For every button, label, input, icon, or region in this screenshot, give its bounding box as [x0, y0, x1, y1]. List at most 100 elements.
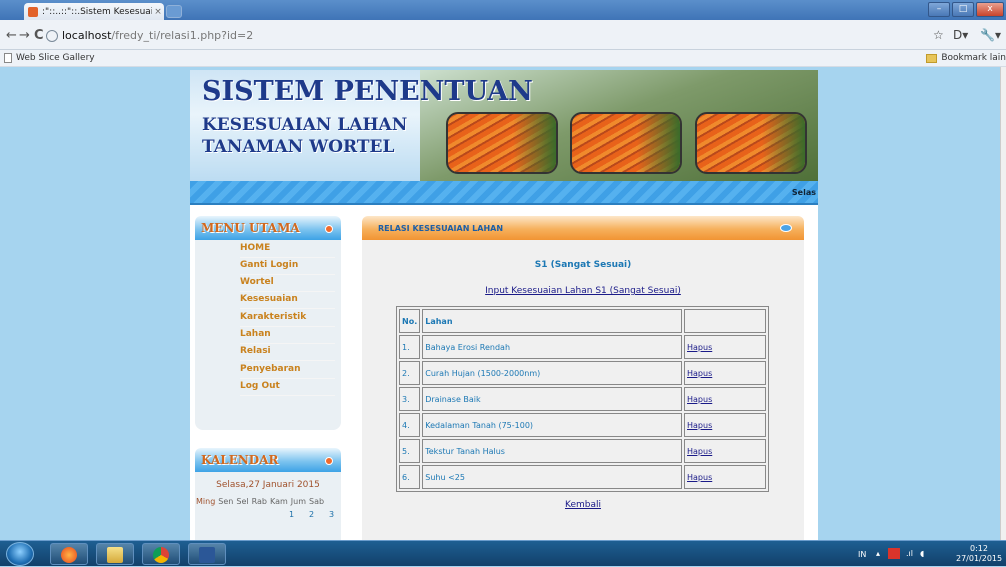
hapus-link[interactable]: Hapus — [684, 335, 766, 359]
site-subtitle-line2: TANAMAN WORTEL — [202, 137, 395, 157]
weekday: Rab — [251, 497, 267, 506]
calendar-title: KALENDAR — [201, 453, 279, 467]
col-action — [684, 309, 766, 333]
class-title: S1 (Sangat Sesuai) — [534, 260, 632, 270]
clock-date: 27/01/2015 — [956, 554, 1003, 563]
hapus-link[interactable]: Hapus — [684, 465, 766, 489]
row-lahan: Bahaya Erosi Rendah — [422, 335, 683, 359]
word-icon — [199, 547, 215, 563]
clock[interactable]: 0:12 27/01/2015 — [956, 544, 1002, 564]
reload-icon[interactable]: C — [34, 28, 44, 43]
menu-item-lahan[interactable]: Lahan — [240, 326, 335, 344]
language-indicator[interactable]: IN — [858, 550, 866, 559]
content-toggle-icon — [780, 224, 792, 232]
content-header: RELASI KESESUAIAN LAHAN — [362, 216, 804, 240]
menu-item-ganti-login[interactable]: Ganti Login — [240, 257, 335, 275]
menu-item-relasi[interactable]: Relasi — [240, 343, 335, 361]
row-lahan: Curah Hujan (1500-2000nm) — [422, 361, 683, 385]
table-row: 5. Tekstur Tanah Halus Hapus — [399, 439, 766, 463]
browser-titlebar: :"::..::"::.Sistem Kesesuaia... × – □ x — [0, 0, 1006, 20]
maximize-button[interactable]: □ — [952, 2, 974, 17]
weekday: Sel — [236, 497, 249, 506]
page-menu-icon[interactable]: D▾ — [953, 28, 968, 42]
close-window-button[interactable]: x — [976, 2, 1004, 17]
table-row: 6. Suhu <25 Hapus — [399, 465, 766, 489]
tab-close-icon[interactable]: × — [152, 7, 164, 17]
row-no: 2. — [399, 361, 421, 385]
url-path: /fredy_ti/relasi1.php?id=2 — [111, 29, 254, 42]
back-link[interactable]: Kembali — [362, 500, 804, 510]
tray-arrow-icon[interactable]: ▴ — [876, 549, 880, 558]
carrot-image-3 — [695, 112, 807, 174]
clock-time: 0:12 — [970, 544, 988, 553]
bookmark-web-slice-gallery[interactable]: Web Slice Gallery — [4, 53, 95, 63]
favicon-icon — [28, 6, 38, 17]
wrench-icon[interactable]: 🔧▾ — [980, 28, 1001, 42]
row-no: 1. — [399, 335, 421, 359]
calendar-day[interactable]: 3 — [329, 510, 334, 519]
table-header-row: No. Lahan — [399, 309, 766, 333]
start-button[interactable] — [6, 542, 34, 566]
menu-item-penyebaran[interactable]: Penyebaran — [240, 361, 335, 379]
row-no: 3. — [399, 387, 421, 411]
calendar-toggle-icon — [325, 457, 333, 465]
menu-item-kesesuaian[interactable]: Kesesuaian — [240, 291, 335, 309]
taskbar-word[interactable] — [188, 543, 226, 565]
system-tray: IN ▴ .ıl ◖ 0:12 27/01/2015 — [852, 541, 1006, 567]
taskbar-firefox[interactable] — [50, 543, 88, 565]
tab-title: :"::..::"::.Sistem Kesesuaia... — [42, 6, 152, 17]
menu-item-home[interactable]: HOME — [240, 240, 335, 258]
site-container: SISTEM PENENTUAN KESESUAIAN LAHAN TANAMA… — [190, 70, 818, 540]
col-no: No. — [399, 309, 421, 333]
back-icon[interactable]: ← — [6, 28, 17, 43]
hapus-link[interactable]: Hapus — [684, 413, 766, 437]
page-viewport: SISTEM PENENTUAN KESESUAIAN LAHAN TANAMA… — [0, 67, 1006, 540]
hapus-link[interactable]: Hapus — [684, 439, 766, 463]
row-no: 4. — [399, 413, 421, 437]
row-no: 5. — [399, 439, 421, 463]
browser-toolbar: ← → C localhost /fredy_ti/relasi1.php?id… — [0, 20, 1006, 50]
volume-icon[interactable]: ◖ — [920, 549, 924, 558]
row-lahan: Drainase Baik — [422, 387, 683, 411]
menu-item-log-out[interactable]: Log Out — [240, 378, 335, 396]
globe-icon — [46, 29, 58, 42]
input-kesesuaian-link[interactable]: Input Kesesuaian Lahan S1 (Sangat Sesuai… — [362, 286, 804, 296]
star-icon[interactable]: ☆ — [933, 28, 944, 42]
alert-icon[interactable] — [888, 548, 900, 559]
page-icon — [4, 53, 12, 63]
weekday: Sen — [218, 497, 234, 506]
weekday: Sab — [309, 497, 325, 506]
hapus-link[interactable]: Hapus — [684, 387, 766, 411]
other-bookmarks-label: Bookmark lain — [941, 53, 1006, 63]
calendar: Selasa,27 Januari 2015 Ming Sen Sel Rab Kam J… — [195, 472, 341, 540]
page-scrollbar[interactable] — [1000, 67, 1006, 540]
network-icon[interactable]: .ıl — [906, 549, 913, 558]
hapus-link[interactable]: Hapus — [684, 361, 766, 385]
calendar-header: KALENDAR — [195, 448, 341, 472]
chrome-icon — [153, 547, 169, 563]
taskbar-chrome[interactable] — [142, 543, 180, 565]
table-row: 1. Bahaya Erosi Rendah Hapus — [399, 335, 766, 359]
browser-tab[interactable]: :"::..::"::.Sistem Kesesuaia... × — [24, 3, 164, 20]
weekday: Kam — [269, 497, 288, 506]
new-tab-button[interactable] — [166, 5, 182, 18]
taskbar-explorer[interactable] — [96, 543, 134, 565]
carrot-image-1 — [446, 112, 558, 174]
menu-item-karakteristik[interactable]: Karakteristik — [240, 309, 335, 327]
row-no: 6. — [399, 465, 421, 489]
calendar-day[interactable]: 1 — [289, 510, 294, 519]
col-lahan: Lahan — [422, 309, 683, 333]
row-lahan: Tekstur Tanah Halus — [422, 439, 683, 463]
table-row: 4. Kedalaman Tanah (75-100) Hapus — [399, 413, 766, 437]
forward-icon[interactable]: → — [19, 28, 30, 43]
marquee-text: Selas — [791, 188, 816, 197]
address-bar[interactable]: localhost /fredy_ti/relasi1.php?id=2 — [46, 26, 908, 45]
calendar-day[interactable]: 2 — [309, 510, 314, 519]
minimize-button[interactable]: – — [928, 2, 950, 17]
row-lahan: Kedalaman Tanah (75-100) — [422, 413, 683, 437]
menu-item-wortel[interactable]: Wortel — [240, 274, 335, 292]
other-bookmarks[interactable]: Bookmark lain — [926, 53, 1006, 63]
table-row: 2. Curah Hujan (1500-2000nm) Hapus — [399, 361, 766, 385]
site-subtitle: KESESUAIAN LAHAN TANAMAN WORTEL — [202, 114, 407, 158]
weekday: Ming — [196, 497, 216, 506]
